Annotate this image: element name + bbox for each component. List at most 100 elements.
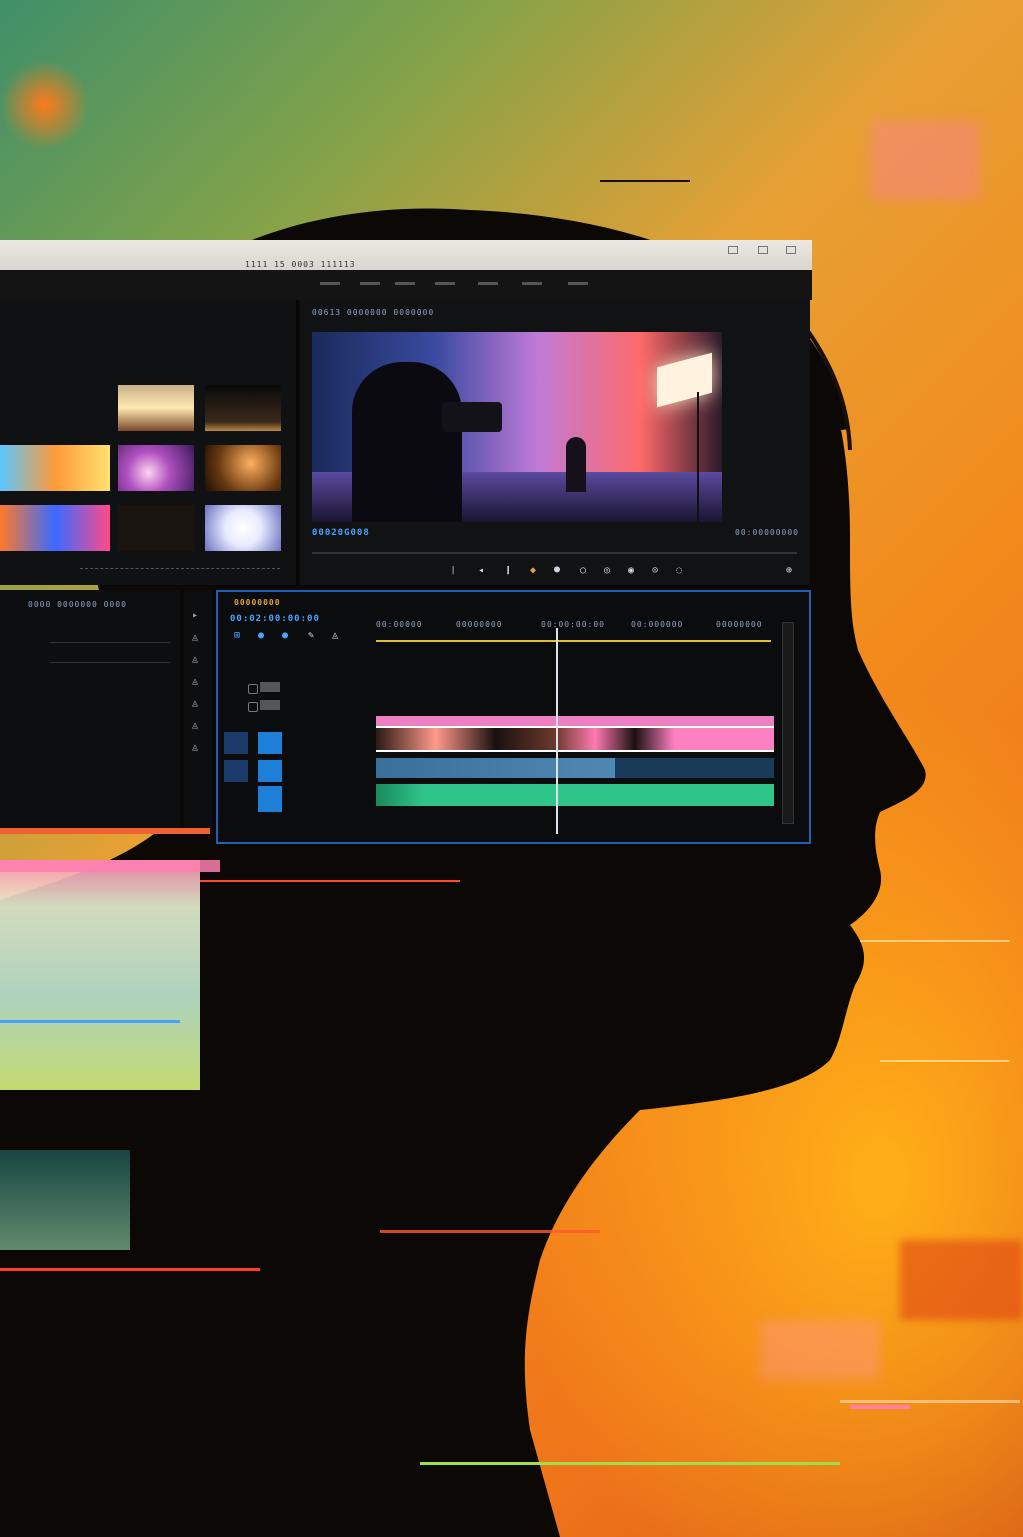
add-button-icon[interactable]: ⊕ [786, 565, 792, 576]
menu-item[interactable] [568, 282, 588, 285]
ruler-label: 00000000 [456, 620, 503, 629]
glitch-band-left-3 [0, 1150, 130, 1250]
camera-operator [352, 362, 462, 522]
menu-item[interactable] [478, 282, 498, 285]
track-source-v1[interactable] [258, 732, 282, 754]
video-camera-icon [442, 402, 502, 432]
settings-icon[interactable]: ◌ [676, 565, 682, 576]
thumb[interactable] [0, 505, 110, 551]
project-panel: 0000 0000000 0000 [0, 590, 180, 830]
panel-header-text: 0000 0000000 0000 [28, 600, 127, 609]
lock-icon[interactable] [248, 702, 258, 712]
timeline-timecode: 00:02:00:00:00 [230, 614, 320, 624]
maximize-icon[interactable] [758, 246, 768, 254]
thumb[interactable] [118, 505, 194, 551]
wrench-icon[interactable]: ✎ [308, 630, 314, 641]
close-icon[interactable] [786, 246, 796, 254]
marker-icon[interactable]: ◆ [530, 565, 536, 576]
thumb[interactable] [118, 445, 194, 491]
program-viewer-panel: 00613 0000000 0000000 00020G008 00:00000… [300, 300, 810, 585]
track-target-v1[interactable] [224, 732, 248, 754]
timeline-scrollbar[interactable] [782, 622, 794, 824]
glitch-streak [200, 880, 460, 882]
play-icon[interactable]: ● [554, 564, 560, 575]
glitch-streak [0, 828, 210, 834]
ripple-tool-icon[interactable]: ◬ [192, 654, 198, 665]
thumb[interactable] [118, 385, 194, 431]
window-titlebar: 1111 15 0003 111113 [0, 240, 812, 270]
track-header-v1[interactable] [224, 732, 374, 754]
minimize-icon[interactable] [728, 246, 738, 254]
ruler-label: 00000000 [716, 620, 763, 629]
video-clip-pink[interactable] [376, 716, 774, 726]
loop-icon[interactable]: ◎ [604, 565, 610, 576]
video-clip-main[interactable] [376, 726, 774, 752]
export-frame-icon[interactable]: ⊙ [652, 565, 658, 576]
captions-icon[interactable]: ◬ [332, 630, 338, 641]
thumb[interactable] [205, 505, 281, 551]
safe-margins-icon[interactable]: ◉ [628, 565, 634, 576]
timeline-title[interactable]: 00000000 [234, 598, 281, 607]
track-select-tool-icon[interactable]: ◬ [192, 632, 198, 643]
menu-item[interactable] [360, 282, 380, 285]
glitch-streak [0, 1268, 260, 1271]
thumb[interactable] [0, 445, 110, 491]
glitch-streak [600, 180, 690, 182]
step-back-icon[interactable]: ❘ [450, 565, 456, 576]
add-marker-icon[interactable]: ● [282, 630, 288, 641]
tools-panel: ▸ ◬ ◬ ◬ ◬ ◬ ◬ [184, 590, 212, 830]
menu-bar [0, 270, 812, 300]
panel-row [50, 634, 170, 643]
scrub-bar[interactable] [312, 552, 797, 554]
slip-tool-icon[interactable]: ◬ [192, 698, 198, 709]
editor-window: 1111 15 0003 111113 00613 0000000 000000… [0, 240, 812, 860]
glitch-streak [880, 1060, 1010, 1062]
selection-tool-icon[interactable]: ▸ [192, 610, 198, 621]
track-source-a2[interactable] [258, 786, 282, 812]
ruler-label: 00:00:00:00 [541, 620, 605, 629]
playhead[interactable] [556, 628, 558, 834]
ruler-label: 00:00000 [376, 620, 423, 629]
track-header-v2[interactable] [248, 700, 368, 712]
viewer-timecode-right: 00:00000000 [735, 528, 799, 537]
track-header-a1[interactable] [224, 760, 374, 782]
thumb[interactable] [205, 445, 281, 491]
seated-subject [566, 437, 586, 492]
thumb[interactable] [205, 385, 281, 431]
pen-tool-icon[interactable]: ◬ [192, 720, 198, 731]
pause-icon[interactable]: ❙ [505, 565, 511, 576]
menu-item[interactable] [522, 282, 542, 285]
glitch-streak [840, 1400, 1020, 1403]
menu-item[interactable] [395, 282, 415, 285]
glitch-streak [850, 1405, 910, 1409]
lock-icon[interactable] [248, 684, 258, 694]
hand-tool-icon[interactable]: ◬ [192, 742, 198, 753]
menu-item[interactable] [435, 282, 455, 285]
viewer-title: 00613 0000000 0000000 [312, 308, 435, 317]
track-source-a1[interactable] [258, 760, 282, 782]
track-target-a1[interactable] [224, 760, 248, 782]
audio-clip-blue[interactable] [376, 758, 774, 778]
rewind-icon[interactable]: ◂ [478, 565, 484, 576]
media-bin-panel [0, 300, 298, 585]
time-ruler[interactable]: 00:00000 00000000 00:00:00:00 00:000000 … [376, 616, 771, 642]
menu-item[interactable] [320, 282, 340, 285]
track-header-v3[interactable] [248, 682, 368, 694]
softbox-light [657, 352, 712, 408]
titlebar-text: 1111 15 0003 111113 [245, 260, 356, 269]
video-frame [312, 332, 722, 522]
track-toggle[interactable] [260, 700, 280, 710]
ruler-label: 00:000000 [631, 620, 684, 629]
razor-tool-icon[interactable]: ◬ [192, 676, 198, 687]
track-toggle[interactable] [260, 682, 280, 692]
snap-icon[interactable]: ⊞ [234, 630, 240, 641]
artwork-canvas: 1111 15 0003 111113 00613 0000000 000000… [0, 0, 1023, 1537]
linked-selection-icon[interactable]: ● [258, 630, 264, 641]
panel-row [50, 654, 170, 663]
audio-clip-green[interactable] [376, 784, 774, 806]
glitch-streak [0, 1020, 180, 1023]
viewer-timecode-left: 00020G008 [312, 528, 370, 538]
step-forward-icon[interactable]: ○ [580, 565, 586, 576]
track-header-a2[interactable] [258, 786, 378, 812]
light-stand [697, 392, 699, 522]
